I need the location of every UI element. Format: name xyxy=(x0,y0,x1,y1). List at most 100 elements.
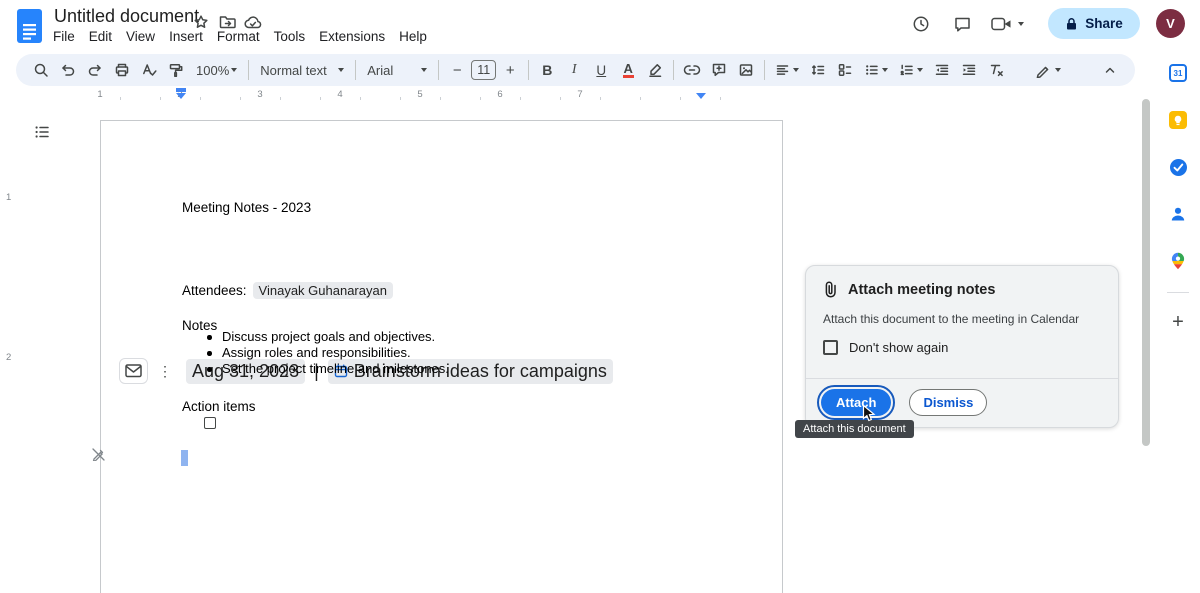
right-indent-marker[interactable] xyxy=(696,93,706,99)
italic-button[interactable]: I xyxy=(561,57,587,83)
highlight-color-icon[interactable] xyxy=(642,57,668,83)
paperclip-icon xyxy=(823,281,838,298)
dialog-title: Attach meeting notes xyxy=(848,282,995,298)
align-select[interactable] xyxy=(770,57,804,83)
margin-edit-pencil-icon[interactable] xyxy=(92,448,105,461)
bulleted-list-select[interactable] xyxy=(859,57,893,83)
account-avatar[interactable]: V xyxy=(1156,9,1185,38)
paint-format-icon[interactable] xyxy=(163,57,189,83)
horizontal-ruler: 1 2 3 4 5 6 7 xyxy=(100,88,783,104)
menu-insert[interactable]: Insert xyxy=(162,27,210,46)
align-caret-icon xyxy=(793,68,799,72)
decrease-indent-icon[interactable] xyxy=(929,57,955,83)
menu-file[interactable]: File xyxy=(46,27,82,46)
left-indent-marker[interactable] xyxy=(176,93,186,99)
tasks-app-icon[interactable] xyxy=(1168,157,1188,177)
contacts-app-icon[interactable] xyxy=(1168,204,1188,224)
bullet-item[interactable]: Discuss project goals and objectives. xyxy=(205,329,449,345)
bulleted-list-caret-icon xyxy=(882,68,888,72)
attach-button[interactable]: Attach xyxy=(821,389,891,416)
version-history-icon[interactable] xyxy=(908,11,934,37)
line-spacing-icon[interactable] xyxy=(805,57,831,83)
dismiss-button[interactable]: Dismiss xyxy=(909,389,987,416)
action-items-label[interactable]: Action items xyxy=(182,399,256,414)
document-title[interactable]: Untitled document xyxy=(54,6,199,27)
insert-image-icon[interactable] xyxy=(733,57,759,83)
bullet-item[interactable]: Assign roles and responsibilities. xyxy=(205,345,449,361)
video-call-button[interactable] xyxy=(989,11,1025,37)
zoom-value: 100% xyxy=(196,63,229,78)
font-select[interactable]: Arial xyxy=(361,57,433,83)
redo-icon[interactable] xyxy=(82,57,108,83)
menu-tools[interactable]: Tools xyxy=(267,27,313,46)
dont-show-again-row: Don't show again xyxy=(823,340,948,355)
menu-extensions[interactable]: Extensions xyxy=(312,27,392,46)
style-caret-icon xyxy=(338,68,344,72)
search-menus-icon[interactable] xyxy=(28,57,54,83)
toolbar-divider xyxy=(355,60,356,80)
numbered-list-select[interactable] xyxy=(894,57,928,83)
add-comment-icon[interactable] xyxy=(706,57,732,83)
menu-bar: File Edit View Insert Format Tools Exten… xyxy=(46,27,434,46)
video-call-caret-icon xyxy=(1018,22,1024,26)
attendees-label[interactable]: Attendees: xyxy=(182,283,247,298)
avatar-letter: V xyxy=(1166,16,1175,31)
increase-font-size-button[interactable]: + xyxy=(497,57,523,83)
chip-overflow-menu-icon[interactable]: ⋮ xyxy=(152,363,178,380)
dont-show-again-checkbox[interactable] xyxy=(823,340,838,355)
spellcheck-icon[interactable] xyxy=(136,57,162,83)
dialog-actions: Attach Dismiss xyxy=(806,378,1118,416)
bullet-item[interactable]: Set the project timeline and milestones. xyxy=(205,361,449,377)
calendar-app-icon[interactable]: 31 xyxy=(1168,63,1188,83)
undo-icon[interactable] xyxy=(55,57,81,83)
first-line-indent-marker[interactable] xyxy=(176,88,186,92)
toolbar-divider xyxy=(438,60,439,80)
clear-formatting-icon[interactable] xyxy=(983,57,1009,83)
google-docs-app: Untitled document File Edit View Insert … xyxy=(0,0,1200,593)
font-value: Arial xyxy=(367,63,393,78)
comments-icon[interactable] xyxy=(949,11,975,37)
zoom-select[interactable]: 100% xyxy=(190,57,243,83)
checklist-icon[interactable] xyxy=(832,57,858,83)
share-button[interactable]: Share xyxy=(1048,8,1140,39)
vertical-scrollbar[interactable] xyxy=(1142,99,1150,446)
action-item-checkbox[interactable] xyxy=(204,417,216,429)
menu-view[interactable]: View xyxy=(119,27,162,46)
side-panel-rail: 31 + xyxy=(1156,54,1200,593)
text-color-button[interactable]: A xyxy=(615,57,641,83)
attach-meeting-notes-dialog: Attach meeting notes Attach this documen… xyxy=(805,265,1119,428)
email-attendees-button[interactable] xyxy=(119,358,148,384)
underline-button[interactable]: U xyxy=(588,57,614,83)
editing-mode-select[interactable] xyxy=(1028,57,1068,83)
document-outline-icon[interactable] xyxy=(33,123,53,143)
decrease-font-size-button[interactable]: − xyxy=(444,57,470,83)
menu-help[interactable]: Help xyxy=(392,27,434,46)
font-size-input[interactable]: 11 xyxy=(471,60,496,80)
keep-app-icon[interactable] xyxy=(1168,110,1188,130)
document-page[interactable]: Meeting Notes - 2023 ⋮ Aug 31, 2023 | Br… xyxy=(100,120,783,593)
paragraph-style-select[interactable]: Normal text xyxy=(254,57,350,83)
rail-divider xyxy=(1167,292,1189,293)
docs-logo-icon[interactable] xyxy=(16,8,43,44)
share-label: Share xyxy=(1085,16,1123,31)
formatting-toolbar: 100% Normal text Arial − 11 + B I U A xyxy=(16,54,1135,86)
text-selection-caret xyxy=(181,450,188,466)
collapse-toolbar-icon[interactable] xyxy=(1097,57,1123,83)
increase-indent-icon[interactable] xyxy=(956,57,982,83)
lock-icon xyxy=(1065,17,1078,31)
menu-format[interactable]: Format xyxy=(210,27,267,46)
toolbar-divider xyxy=(764,60,765,80)
doc-text-title[interactable]: Meeting Notes - 2023 xyxy=(182,200,311,215)
menu-edit[interactable]: Edit xyxy=(82,27,119,46)
add-addon-button[interactable]: + xyxy=(1168,310,1188,334)
bold-button[interactable]: B xyxy=(534,57,560,83)
insert-link-icon[interactable] xyxy=(679,57,705,83)
attendee-person-chip[interactable]: Vinayak Guhanarayan xyxy=(253,282,393,299)
notes-bullet-list: Discuss project goals and objectives. As… xyxy=(205,329,449,377)
zoom-caret-icon xyxy=(231,68,237,72)
print-icon[interactable] xyxy=(109,57,135,83)
toolbar-divider xyxy=(248,60,249,80)
maps-app-icon[interactable] xyxy=(1168,251,1188,271)
numbered-list-caret-icon xyxy=(917,68,923,72)
dont-show-again-label: Don't show again xyxy=(849,340,948,355)
